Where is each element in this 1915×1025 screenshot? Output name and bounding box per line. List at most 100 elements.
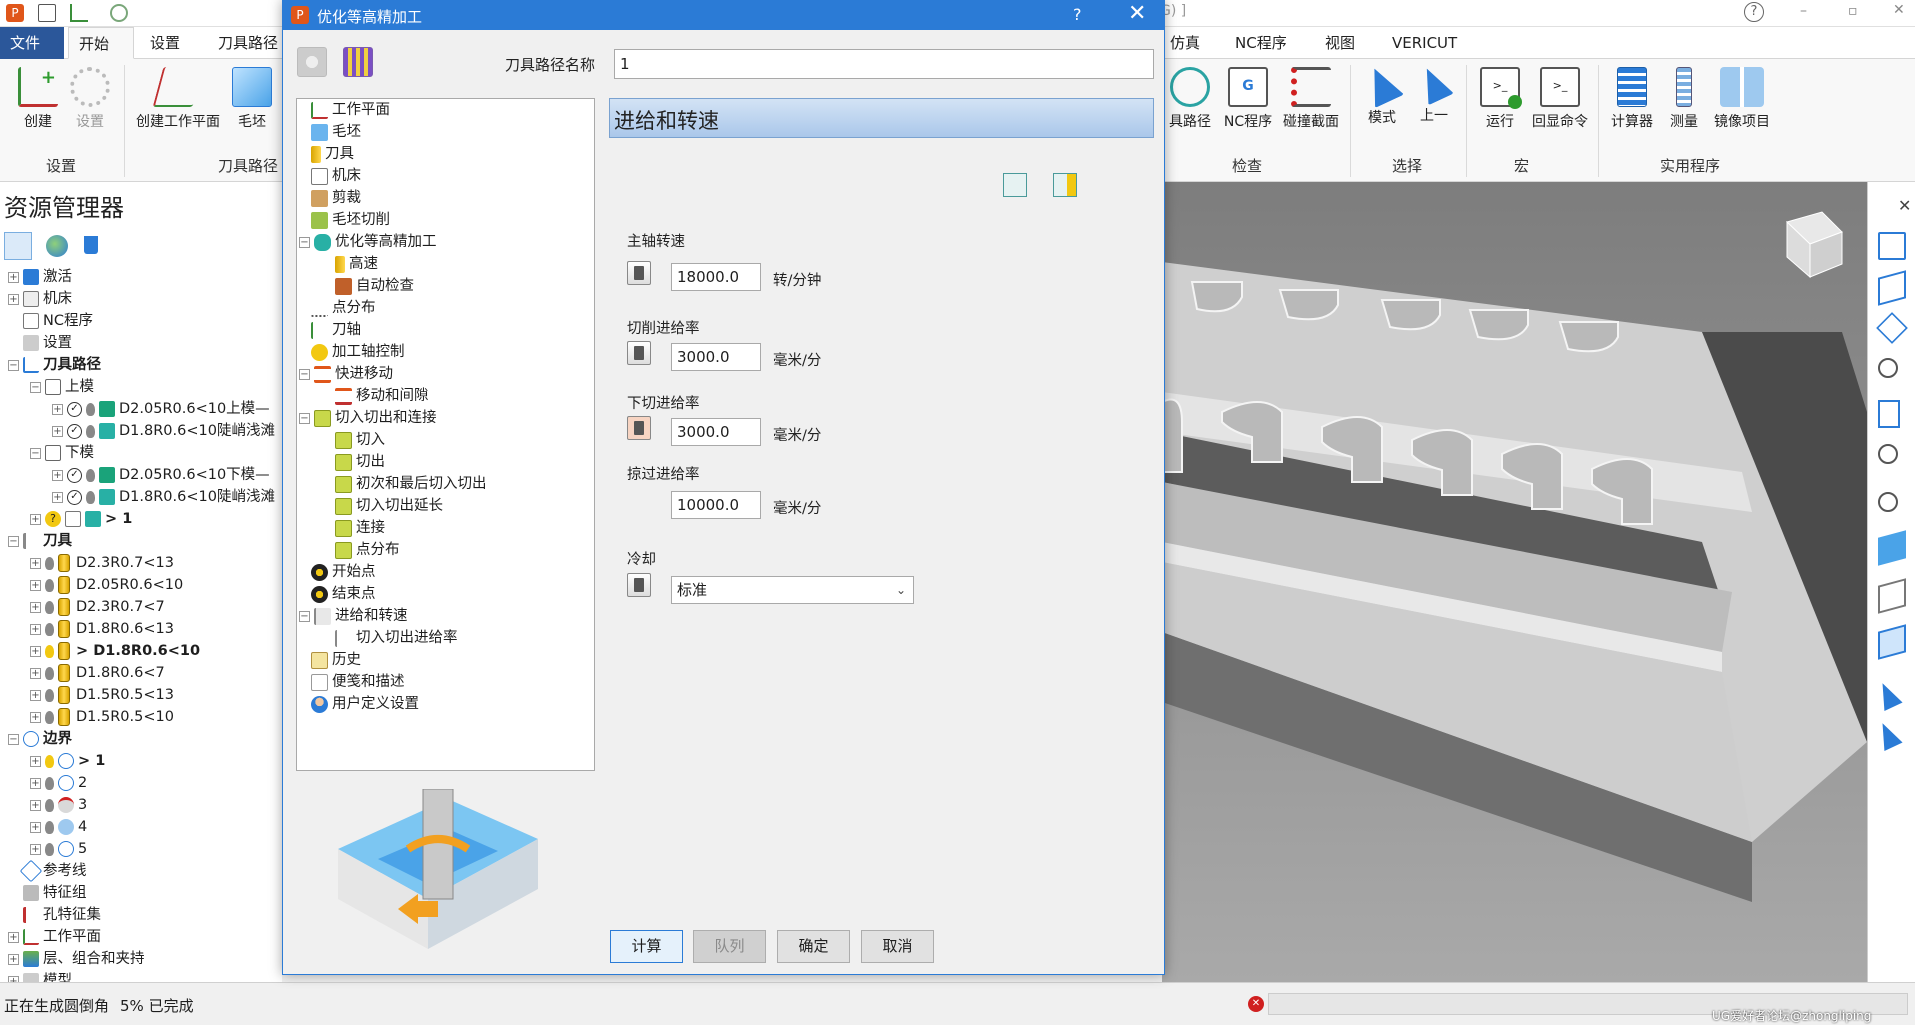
explorer-item-feature-groups[interactable]: 特征组 bbox=[8, 882, 87, 904]
tab-setup[interactable]: 设置 bbox=[140, 27, 190, 59]
stock-button[interactable]: 毛坯 bbox=[228, 67, 276, 131]
nc-program-check-button[interactable]: G NC程序 bbox=[1220, 67, 1276, 131]
zoom-box-icon[interactable] bbox=[1878, 444, 1898, 464]
create-button[interactable]: + 创建 bbox=[14, 67, 62, 131]
trash-icon[interactable] bbox=[84, 236, 98, 254]
tree-item-tool-axis[interactable]: 刀轴 bbox=[311, 319, 361, 341]
select-cursor-icon[interactable] bbox=[1873, 678, 1903, 712]
tree-item-lead-extensions[interactable]: 切入切出延长 bbox=[335, 495, 443, 517]
tab-simulation[interactable]: 仿真 bbox=[1160, 27, 1210, 59]
view-cube-icon[interactable] bbox=[1876, 312, 1908, 344]
zoom-out-icon[interactable] bbox=[1878, 492, 1898, 512]
tool-row[interactable]: + D1.5R0.5<13 bbox=[30, 684, 174, 706]
dialog-close-button[interactable]: ✕ bbox=[1128, 1, 1146, 26]
tool-row[interactable]: + D1.8R0.6<13 bbox=[30, 618, 174, 640]
explorer-item-setup[interactable]: 设置 bbox=[8, 332, 72, 354]
tree-item-limits[interactable]: 剪裁 bbox=[311, 187, 361, 209]
tab-nc-program[interactable]: NC程序 bbox=[1225, 27, 1297, 59]
globe-icon[interactable] bbox=[46, 235, 68, 257]
cancel-button[interactable]: 取消 bbox=[861, 930, 934, 963]
hand-calculator-icon[interactable] bbox=[627, 416, 651, 440]
tool-row[interactable]: + D1.5R0.5<10 bbox=[30, 706, 174, 728]
tree-item-link-point-distribution[interactable]: 点分布 bbox=[335, 539, 400, 561]
tree-item-stock[interactable]: 毛坯 bbox=[311, 121, 361, 143]
view-iso-icon[interactable] bbox=[1878, 232, 1906, 260]
tree-item-leads-links[interactable]: − 切入切出和连接 bbox=[299, 407, 437, 429]
refresh-icon[interactable] bbox=[1878, 400, 1900, 428]
tool-row[interactable]: + D2.05R0.6<10 bbox=[30, 574, 183, 596]
dialog-help-button[interactable]: ? bbox=[1073, 5, 1082, 24]
explorer-toolpath-row[interactable]: + ✓ D2.05R0.6<10上模— bbox=[52, 398, 270, 420]
tree-item-stock-cutting[interactable]: 毛坯切削 bbox=[311, 209, 390, 231]
tree-item-point-distribution[interactable]: 点分布 bbox=[311, 297, 376, 319]
ok-button[interactable]: 确定 bbox=[777, 930, 850, 963]
coolant-select[interactable]: 标准 ⌄ bbox=[671, 576, 914, 604]
quick-access-icon[interactable] bbox=[110, 4, 128, 22]
collision-section-button[interactable]: 碰撞截面 bbox=[1278, 67, 1344, 131]
plunge-feed-input[interactable]: 3000.0 bbox=[671, 418, 761, 446]
boundary-row-active[interactable]: + > 1 bbox=[30, 750, 105, 772]
tab-vericut[interactable]: VERICUT bbox=[1382, 27, 1467, 59]
mode-button[interactable]: 模式 bbox=[1358, 61, 1406, 127]
explorer-toolpath-active[interactable]: +? > 1 bbox=[30, 508, 132, 530]
explorer-item-workplanes[interactable]: + 工作平面 bbox=[8, 926, 101, 948]
calculator-icon[interactable] bbox=[627, 573, 651, 597]
tool-row[interactable]: + D2.3R0.7<7 bbox=[30, 596, 165, 618]
calculate-button[interactable]: 计算 bbox=[610, 930, 683, 963]
calculator-icon[interactable] bbox=[627, 261, 651, 285]
tree-item-first-last-leads[interactable]: 初次和最后切入切出 bbox=[335, 473, 487, 495]
toolpath-check-button[interactable]: 具路径 bbox=[1163, 67, 1217, 131]
minimize-icon[interactable]: – bbox=[1800, 3, 1807, 19]
skim-feed-input[interactable]: 10000.0 bbox=[671, 491, 761, 519]
tree-item-lead-out[interactable]: 切出 bbox=[335, 451, 385, 473]
tab-file[interactable]: 文件 bbox=[0, 27, 64, 59]
close-panel-icon[interactable]: ✕ bbox=[1898, 196, 1911, 215]
workplane-quick-icon[interactable] bbox=[70, 4, 88, 22]
tool-row-active[interactable]: + > D1.8R0.6<10 bbox=[30, 640, 200, 662]
tree-item-feeds-speeds[interactable]: − 进给和转速 bbox=[299, 605, 408, 627]
tree-item-tool[interactable]: 刀具 bbox=[311, 143, 354, 165]
shaded-icon[interactable] bbox=[1878, 530, 1906, 566]
graphics-viewport[interactable] bbox=[1162, 182, 1867, 982]
explorer-toolpath-row[interactable]: + ✓ D1.8R0.6<10陡峭浅滩 bbox=[52, 420, 275, 442]
tab-toolpath[interactable]: 刀具路径 bbox=[208, 27, 288, 59]
restore-icon[interactable]: ▫ bbox=[1848, 3, 1858, 19]
explorer-item-hole-feature-sets[interactable]: 孔特征集 bbox=[8, 904, 101, 926]
view-box-icon[interactable] bbox=[1878, 270, 1906, 306]
tab-home[interactable]: 开始 bbox=[68, 27, 134, 59]
tree-item-high-speed[interactable]: 高速 bbox=[335, 253, 378, 275]
tool-row[interactable]: + D2.3R0.7<13 bbox=[30, 552, 174, 574]
boundary-row[interactable]: +3 bbox=[30, 794, 87, 816]
tree-item-workplane[interactable]: 工作平面 bbox=[311, 99, 390, 121]
explorer-item-nc-programs[interactable]: NC程序 bbox=[8, 310, 93, 332]
explorer-item-machine[interactable]: + 机床 bbox=[8, 288, 72, 310]
tree-item-notes[interactable]: 便笺和描述 bbox=[311, 671, 405, 693]
stop-icon[interactable]: ✕ bbox=[1248, 996, 1264, 1012]
cutting-feed-input[interactable]: 3000.0 bbox=[671, 343, 761, 371]
tree-item-lead-feed-rates[interactable]: 切入切出进给率 bbox=[335, 627, 458, 649]
tree-item-end-point[interactable]: 结束点 bbox=[311, 583, 376, 605]
tool-row[interactable]: + D1.8R0.6<7 bbox=[30, 662, 165, 684]
mirror-item-button[interactable]: 镜像项目 bbox=[1708, 67, 1776, 131]
zoom-icon[interactable] bbox=[1878, 358, 1898, 378]
tree-item-auto-verify[interactable]: 自动检查 bbox=[335, 275, 414, 297]
tree-item-lead-in[interactable]: 切入 bbox=[335, 429, 385, 451]
explorer-item-tools[interactable]: − 刀具 bbox=[8, 530, 72, 552]
help-icon[interactable]: ? bbox=[1744, 2, 1764, 22]
tree-item-rapid-move[interactable]: − 快进移动 bbox=[299, 363, 393, 385]
previous-button[interactable]: 上一 bbox=[1410, 62, 1458, 125]
boundary-row[interactable]: +5 bbox=[30, 838, 87, 860]
spindle-speed-input[interactable]: 18000.0 bbox=[671, 263, 761, 291]
gear-settings-icon[interactable] bbox=[297, 47, 327, 77]
explorer-item-models[interactable]: + 模型 bbox=[8, 970, 72, 982]
calculator-icon[interactable] bbox=[627, 341, 651, 365]
boundary-row[interactable]: +4 bbox=[30, 816, 87, 838]
explorer-item-toolpaths[interactable]: − 刀具路径 bbox=[8, 354, 101, 376]
tree-item-machine[interactable]: 机床 bbox=[311, 165, 361, 187]
tree-item-moves-clearances[interactable]: 移动和间隙 bbox=[335, 385, 429, 407]
toolpath-name-input[interactable]: 1 bbox=[614, 49, 1154, 79]
tree-view-icon[interactable] bbox=[4, 232, 32, 260]
calculator-button[interactable]: 计算器 bbox=[1606, 67, 1658, 131]
shaded-wire-icon[interactable] bbox=[1878, 624, 1906, 660]
tree-item-start-point[interactable]: 开始点 bbox=[311, 561, 376, 583]
